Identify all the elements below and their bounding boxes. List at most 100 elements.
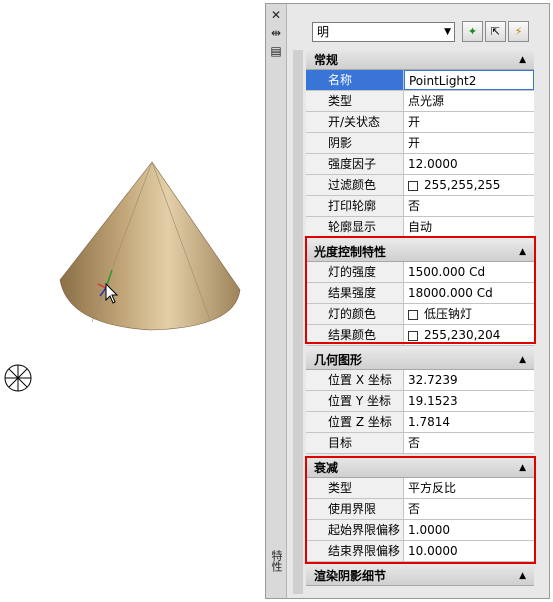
property-row[interactable]: 灯的强度 1500.000 Cd [306, 262, 534, 283]
property-key: 灯的颜色 [306, 304, 404, 324]
property-value[interactable]: 255,230,204 [404, 325, 534, 345]
property-key: 结果强度 [306, 283, 404, 303]
property-value[interactable]: 低压钠灯 [404, 304, 534, 324]
property-value[interactable]: 18000.000 Cd [404, 283, 534, 303]
property-key: 起始界限偏移 [306, 520, 404, 540]
section-header[interactable]: 常规 ▲ [306, 50, 534, 70]
property-row[interactable]: 使用界限否 [306, 499, 534, 520]
palette-titlebar[interactable]: ✕ ⇹ ▤ 特性 [266, 4, 287, 598]
property-row[interactable]: 名称 PointLight2 [306, 70, 534, 91]
collapse-icon[interactable]: ▲ [519, 350, 526, 370]
property-row[interactable]: 过滤颜色 255,255,255 [306, 175, 534, 196]
quick-select-icon: ✦ [467, 25, 478, 38]
property-key: 结束界限偏移 [306, 541, 404, 561]
property-row[interactable]: 灯的颜色 低压钠灯 [306, 304, 534, 325]
property-value-text: 255,255,255 [424, 178, 501, 192]
palette-side-label: 特性 [270, 550, 283, 572]
property-value-text: 255,230,204 [424, 328, 501, 342]
property-key: 位置 Z 坐标 [306, 412, 404, 432]
property-value[interactable]: 32.7239 [404, 370, 534, 390]
property-value[interactable]: 10.0000 [404, 541, 534, 561]
property-value[interactable]: 255,255,255 [404, 175, 534, 195]
section-title: 渲染阴影细节 [314, 569, 387, 583]
section-title: 几何图形 [314, 353, 363, 367]
toggle-pickadd-icon: ⚡ [514, 25, 523, 38]
section-header[interactable]: 衰减 ▲ [306, 458, 534, 478]
property-row[interactable]: 类型 点光源 [306, 91, 534, 112]
property-grid: 常规 ▲ 名称 PointLight2 类型 点光源 开/关状态开阴影开强度因子 12.000… [306, 50, 534, 586]
section-header[interactable]: 渲染阴影细节 ▲ [306, 566, 534, 586]
property-value-text: 平方反比 [408, 481, 457, 495]
property-value[interactable]: 1.0000 [404, 520, 534, 540]
property-row[interactable]: 开/关状态开 [306, 112, 534, 133]
property-value[interactable]: PointLight2 [404, 70, 534, 90]
property-row[interactable]: 起始界限偏移 1.0000 [306, 520, 534, 541]
property-value[interactable]: 否 [404, 499, 534, 519]
point-light-glyph-icon[interactable] [2, 362, 36, 396]
property-value-text: 10.0000 [408, 544, 458, 558]
property-row[interactable]: 结束界限偏移 10.0000 [306, 541, 534, 562]
properties-icon[interactable]: ▤ [269, 44, 283, 58]
property-value-text: 否 [408, 199, 421, 213]
property-value[interactable]: 开 [404, 112, 534, 132]
property-key: 位置 X 坐标 [306, 370, 404, 390]
section-title: 光度控制特性 [314, 245, 387, 259]
property-key: 使用界限 [306, 499, 404, 519]
property-row[interactable]: 结果强度 18000.000 Cd [306, 283, 534, 304]
color-swatch-icon [408, 309, 418, 320]
property-row[interactable]: 类型 平方反比 [306, 478, 534, 499]
property-row[interactable]: 打印轮廓否 [306, 196, 534, 217]
select-objects-button[interactable]: ⇱ [485, 21, 506, 42]
property-value-text: 32.7239 [408, 373, 458, 387]
property-value[interactable]: 否 [404, 433, 534, 453]
toggle-pickadd-button[interactable]: ⚡ [508, 21, 529, 42]
property-value[interactable]: 1500.000 Cd [404, 262, 534, 282]
property-value-text: 低压钠灯 [424, 307, 473, 321]
collapse-icon[interactable]: ▲ [519, 566, 526, 586]
property-row[interactable]: 目标否 [306, 433, 534, 454]
property-value-text: 1500.000 Cd [408, 265, 486, 279]
property-row[interactable]: 轮廓显示 自动 [306, 217, 534, 238]
chevron-down-icon: ▼ [444, 27, 451, 37]
property-value-text: PointLight2 [409, 74, 477, 88]
property-row[interactable]: 结果颜色 255,230,204 [306, 325, 534, 346]
section-header[interactable]: 几何图形 ▲ [306, 350, 534, 370]
close-icon[interactable]: ✕ [269, 8, 283, 22]
property-value-text: 19.1523 [408, 394, 458, 408]
property-key: 结果颜色 [306, 325, 404, 345]
property-value[interactable]: 自动 [404, 217, 534, 237]
property-key: 打印轮廓 [306, 196, 404, 216]
property-value[interactable]: 点光源 [404, 91, 534, 111]
property-row[interactable]: 强度因子 12.0000 [306, 154, 534, 175]
property-value[interactable]: 1.7814 [404, 412, 534, 432]
property-row[interactable]: 阴影开 [306, 133, 534, 154]
select-objects-icon: ⇱ [490, 25, 501, 38]
collapse-icon[interactable]: ▲ [519, 242, 526, 262]
property-value-text: 否 [408, 436, 421, 450]
collapse-icon[interactable]: ▲ [519, 50, 526, 70]
property-value[interactable]: 否 [404, 196, 534, 216]
property-row[interactable]: 位置 X 坐标 32.7239 [306, 370, 534, 391]
cone-model[interactable] [40, 150, 250, 350]
property-value-text: 18000.000 Cd [408, 286, 493, 300]
property-value-text: 开 [408, 136, 421, 150]
palette-scrollbar[interactable] [293, 50, 303, 594]
property-key: 开/关状态 [306, 112, 404, 132]
property-value[interactable]: 开 [404, 133, 534, 153]
property-key: 类型 [306, 478, 404, 498]
property-key: 强度因子 [306, 154, 404, 174]
property-value[interactable]: 平方反比 [404, 478, 534, 498]
property-value[interactable]: 19.1523 [404, 391, 534, 411]
property-value[interactable]: 12.0000 [404, 154, 534, 174]
property-row[interactable]: 位置 Z 坐标 1.7814 [306, 412, 534, 433]
collapse-icon[interactable]: ▲ [519, 458, 526, 478]
property-key: 位置 Y 坐标 [306, 391, 404, 411]
property-row[interactable]: 位置 Y 坐标 19.1523 [306, 391, 534, 412]
property-key: 阴影 [306, 133, 404, 153]
section-header[interactable]: 光度控制特性 ▲ [306, 242, 534, 262]
autohide-icon[interactable]: ⇹ [269, 26, 283, 40]
color-swatch-icon [408, 330, 418, 341]
quick-select-button[interactable]: ✦ [462, 21, 483, 42]
object-type-select[interactable]: 明 ▼ [312, 22, 455, 42]
section-title: 衰减 [314, 461, 339, 475]
